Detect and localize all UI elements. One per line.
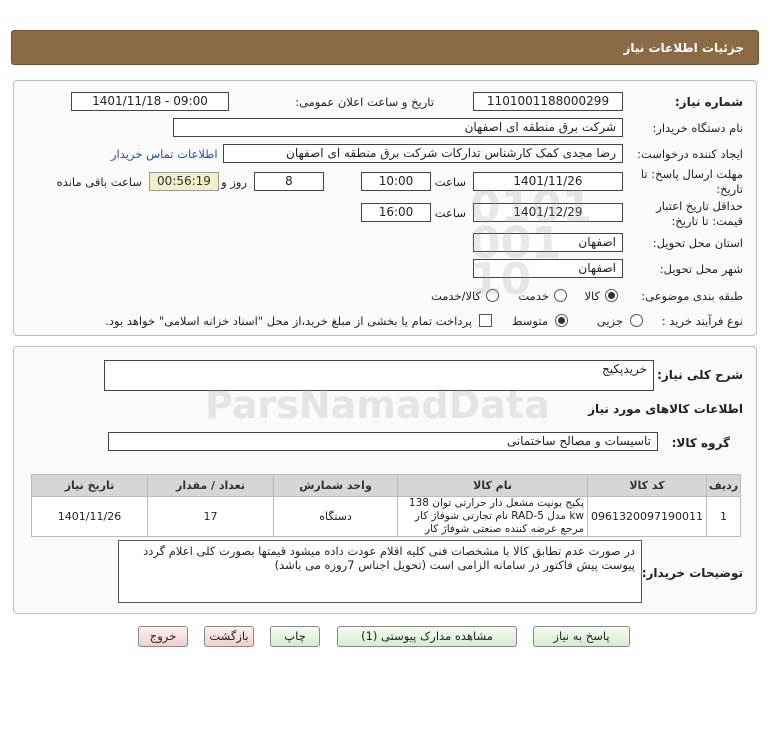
announce-field: 1401/11/18 - 09:00 bbox=[71, 92, 229, 111]
col-row: ردیف bbox=[706, 474, 741, 497]
buyer-org-label: نام دستگاه خریدار: bbox=[652, 121, 743, 135]
cell-unit: دستگاه bbox=[273, 496, 399, 537]
validity-label: حداقل تاریخ اعتبار bbox=[656, 199, 743, 213]
buyer-notes-field: در صورت عدم تطابق کالا با مشخصات فنی کلی… bbox=[118, 540, 642, 603]
cell-code: 0961320097190011 bbox=[587, 496, 707, 537]
process-radio-medium[interactable] bbox=[555, 314, 568, 327]
validity-time-label: ساعت bbox=[434, 206, 466, 220]
category-option-goods-service: کالا/خدمت bbox=[430, 289, 481, 303]
process-label: نوع فرآیند خرید : bbox=[661, 314, 743, 328]
need-details-panel: شرح کلی نیاز: خریدپکیج اطلاعات کالاهای م… bbox=[13, 346, 757, 614]
goods-group-field: تاسیسات و مصالح ساختمانی bbox=[108, 432, 658, 451]
summary-label: شرح کلی نیاز: bbox=[657, 368, 743, 382]
exit-button[interactable]: خروج bbox=[138, 626, 188, 647]
deadline-time-label: ساعت bbox=[434, 175, 466, 189]
validity-date-field: 1401/12/29 bbox=[473, 203, 623, 222]
cell-need-date: 1401/11/26 bbox=[30, 496, 149, 537]
process-option-minor: جزیی bbox=[596, 314, 623, 328]
cell-name: پکیج یونیت مشعل دار حرارتی توان 138 kw م… bbox=[397, 496, 589, 537]
announce-label: تاریخ و ساعت اعلان عمومی: bbox=[295, 95, 434, 109]
back-button[interactable]: بازگشت bbox=[204, 626, 254, 647]
city-field: اصفهان bbox=[473, 259, 623, 278]
remaining-time-field: 00:56:19 bbox=[149, 172, 219, 191]
remaining-label: ساعت باقی مانده bbox=[56, 175, 142, 189]
category-radio-goods[interactable] bbox=[605, 289, 618, 302]
category-option-goods: کالا bbox=[584, 289, 600, 303]
days-field: 8 bbox=[254, 172, 324, 191]
page-title: جزئیات اطلاعات نیاز bbox=[623, 41, 744, 55]
print-button[interactable]: چاپ bbox=[270, 626, 320, 647]
category-radio-goods-service[interactable] bbox=[486, 289, 499, 302]
col-need-date: تاریخ نیاز bbox=[30, 474, 149, 497]
category-label: طبقه بندی موضوعی: bbox=[641, 289, 743, 303]
buyer-org-field: شرکت برق منطقه ای اصفهان bbox=[173, 118, 623, 137]
goods-info-heading: اطلاعات کالاهای مورد نیاز bbox=[588, 402, 743, 416]
need-number-label: شماره نیاز: bbox=[674, 95, 743, 109]
days-label: روز و bbox=[221, 175, 247, 189]
category-option-service: خدمت bbox=[518, 289, 549, 303]
cell-quantity: 17 bbox=[147, 496, 275, 537]
treasury-payment-checkbox[interactable] bbox=[479, 314, 492, 327]
reply-button[interactable]: پاسخ به نیاز bbox=[533, 626, 630, 647]
category-radio-service[interactable] bbox=[554, 289, 567, 302]
need-number-field: 1101001188000299 bbox=[473, 92, 623, 111]
attachments-button[interactable]: مشاهده مدارک پیوستی (1) bbox=[337, 626, 517, 647]
deadline-label: مهلت ارسال پاسخ: تا bbox=[640, 167, 743, 181]
goods-table-header: ردیف کد کالا نام کالا واحد شمارش تعداد /… bbox=[30, 474, 741, 497]
province-field: اصفهان bbox=[473, 233, 623, 252]
col-name: نام کالا bbox=[397, 474, 589, 497]
col-unit: واحد شمارش bbox=[273, 474, 399, 497]
col-code: کد کالا bbox=[587, 474, 707, 497]
process-radio-minor[interactable] bbox=[630, 314, 643, 327]
table-row: 1 0961320097190011 پکیج یونیت مشعل دار ح… bbox=[30, 496, 741, 537]
province-label: استان محل تحویل: bbox=[652, 236, 743, 250]
col-quantity: تعداد / مقدار bbox=[147, 474, 275, 497]
buyer-notes-label: توضیحات خریدار: bbox=[641, 566, 743, 580]
deadline-time-field: 10:00 bbox=[361, 172, 431, 191]
creator-label: ایجاد کننده درخواست: bbox=[637, 147, 743, 161]
buyer-contact-link[interactable]: اطلاعات تماس خریدار bbox=[111, 147, 218, 161]
summary-field: خریدپکیج bbox=[104, 360, 654, 391]
process-option-medium: متوسط bbox=[511, 314, 548, 328]
cell-row: 1 bbox=[706, 496, 741, 537]
goods-table: ردیف کد کالا نام کالا واحد شمارش تعداد /… bbox=[30, 474, 741, 537]
city-label: شهر محل تحویل: bbox=[659, 262, 743, 276]
goods-group-label: گروه کالا: bbox=[671, 436, 730, 450]
page-header: جزئیات اطلاعات نیاز bbox=[11, 30, 759, 65]
deadline-date-field: 1401/11/26 bbox=[473, 172, 623, 191]
need-info-panel: شماره نیاز: 1101001188000299 تاریخ و ساع… bbox=[13, 80, 757, 336]
validity-label-2: قیمت: تا تاریخ: bbox=[671, 214, 743, 228]
treasury-payment-note: پرداخت تمام یا بخشی از مبلغ خرید،از محل … bbox=[105, 314, 472, 328]
validity-time-field: 16:00 bbox=[361, 203, 431, 222]
deadline-label-2: تاریخ: bbox=[716, 182, 743, 196]
creator-field: رضا مجدی کمک کارشناس تدارکات شرکت برق من… bbox=[223, 144, 623, 163]
